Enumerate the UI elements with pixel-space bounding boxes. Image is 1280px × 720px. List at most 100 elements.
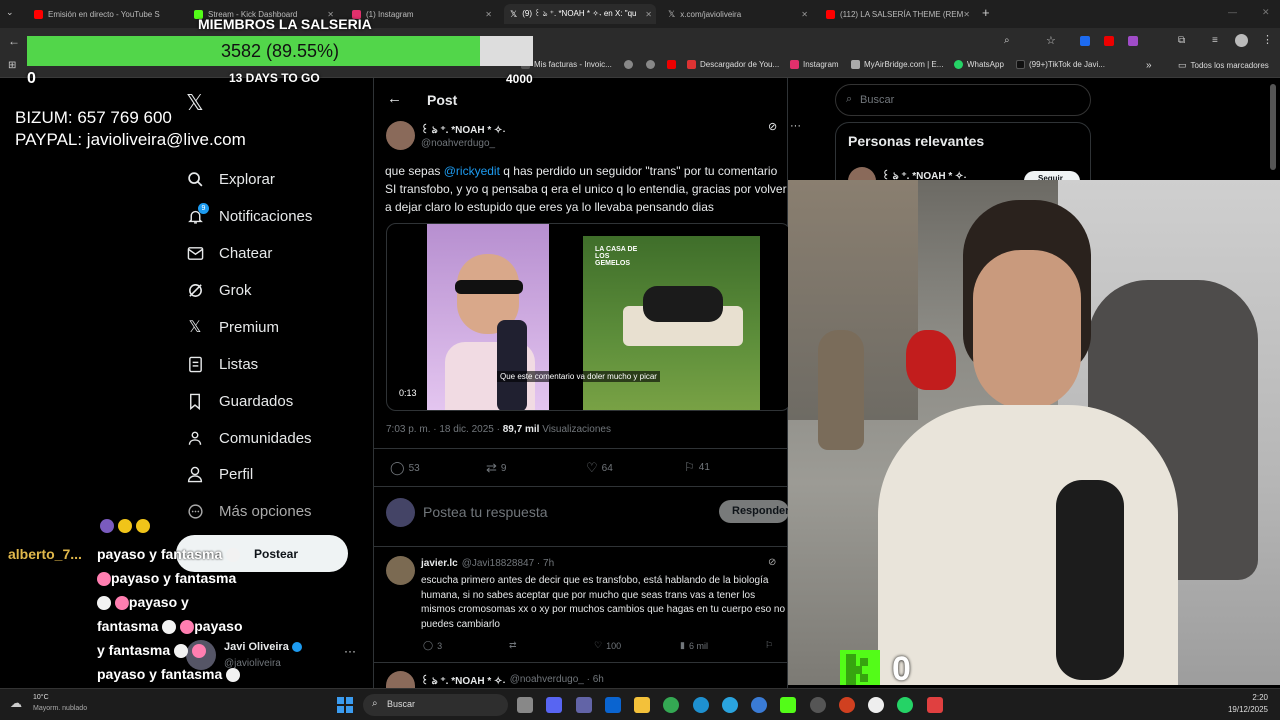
reply-author-handle[interactable]: @Javi18828847 · 7h <box>462 558 554 569</box>
windows-start-icon[interactable] <box>337 697 353 713</box>
bookmark-item[interactable]: Mis facturas - Invoic... <box>521 60 612 69</box>
clock-date[interactable]: 19/12/2025 <box>1210 705 1268 714</box>
nav-explore[interactable]: Explorar <box>186 166 275 192</box>
avatar[interactable] <box>848 167 876 181</box>
back-arrow-icon[interactable]: ← <box>387 90 402 107</box>
browser-tab[interactable]: 𝕏 x.com/javioliveira ✕ <box>662 4 812 24</box>
bookmark-item[interactable]: MyAirBridge.com | E... <box>851 60 943 69</box>
more-dots-icon[interactable]: ··· <box>790 120 801 132</box>
bookmark-label: Instagram <box>803 60 839 69</box>
zoom-icon[interactable]: ⌕ <box>1004 35 1010 46</box>
more-bookmarks-icon[interactable]: » <box>1146 60 1152 71</box>
bookmark-item[interactable]: (99+)TikTok de Javi... <box>1016 60 1105 69</box>
chat-text: payaso y fantasma <box>97 546 223 562</box>
close-icon[interactable]: ✕ <box>963 10 970 19</box>
nav-more-options[interactable]: Más opciones <box>186 498 312 524</box>
views-action[interactable]: ▮ 6 mil <box>680 640 708 651</box>
scrollbar-thumb[interactable] <box>1270 84 1276 170</box>
extension-icon[interactable] <box>1104 36 1114 46</box>
browser-tab-active[interactable]: 𝕏 (9) ꒰ ঌ ⁺. *NOAH * ✧˖ en X: "qu ✕ <box>504 4 656 24</box>
post-timestamp[interactable]: 7:03 p. m. · 18 dic. 2025 · <box>386 424 503 435</box>
telegram-icon[interactable] <box>722 697 738 713</box>
tab-search-chevron-icon[interactable]: ⌄ <box>6 7 14 18</box>
globe-app-icon[interactable] <box>751 697 767 713</box>
bookmark-action[interactable]: ⚐ 41 <box>684 460 710 474</box>
all-bookmarks[interactable]: ▭ Todos los marcadores <box>1178 60 1269 71</box>
menu-lines-icon[interactable]: ≡ <box>1212 35 1218 46</box>
grok-icon[interactable]: ⊘ <box>768 120 777 133</box>
nav-premium[interactable]: 𝕏 Premium <box>186 314 279 340</box>
like-action[interactable]: ♡ 64 <box>586 460 613 476</box>
avatar[interactable] <box>386 671 415 688</box>
reply-button[interactable]: Responder <box>719 500 789 523</box>
microphone-shape <box>497 320 527 410</box>
discord-icon[interactable] <box>546 697 562 713</box>
avatar[interactable] <box>386 121 415 150</box>
like-action[interactable]: ♡ 100 <box>594 640 621 651</box>
kebab-menu-icon[interactable]: ⋮ <box>1262 33 1273 46</box>
nav-chat[interactable]: Chatear <box>186 240 272 266</box>
reply-action[interactable]: ◯ 3 <box>423 640 442 651</box>
app-icon[interactable] <box>839 697 855 713</box>
author-handle[interactable]: @noahverdugo_ <box>421 138 495 149</box>
app-icon[interactable] <box>927 697 943 713</box>
extension-icon[interactable] <box>1080 36 1090 46</box>
bookmark-item[interactable] <box>624 60 633 69</box>
chart-bars-icon: ▮ <box>680 640 685 650</box>
new-tab-button[interactable]: + <box>982 5 990 20</box>
nav-notifications[interactable]: 9 Notificaciones <box>186 203 312 229</box>
file-explorer-icon[interactable] <box>634 697 650 713</box>
close-window-button[interactable]: ✕ <box>1262 7 1270 18</box>
weather-temp[interactable]: 10°C <box>33 694 49 701</box>
nav-bookmarks[interactable]: Guardados <box>186 388 293 414</box>
avatar[interactable] <box>386 556 415 585</box>
clock-time[interactable]: 2:20 <box>1230 693 1268 702</box>
weather-desc[interactable]: Mayorm. nublado <box>33 705 87 712</box>
nav-profile[interactable]: Perfil <box>186 461 253 487</box>
bookmark-item[interactable]: WhatsApp <box>954 60 1004 69</box>
grok-icon[interactable]: ⊘ <box>768 557 776 568</box>
bookmark-item[interactable]: Instagram <box>790 60 839 69</box>
bookmark-action[interactable]: ⚐ <box>765 640 773 651</box>
chrome-icon[interactable] <box>663 697 679 713</box>
avatar[interactable] <box>1235 34 1248 47</box>
search-input[interactable]: ⌕ Buscar <box>835 84 1091 116</box>
whatsapp-icon[interactable] <box>897 697 913 713</box>
extension-icon[interactable] <box>1128 36 1138 46</box>
close-icon[interactable]: ✕ <box>801 10 808 19</box>
mention-link[interactable]: @rickyedit <box>444 164 500 178</box>
nav-communities[interactable]: Comunidades <box>186 425 312 451</box>
obs-icon[interactable] <box>810 697 826 713</box>
browser-tab[interactable]: Emisión en directo - YouTube S <box>28 4 162 24</box>
star-icon[interactable]: ☆ <box>1046 34 1056 47</box>
reply-input[interactable]: Postea tu respuesta <box>423 504 548 520</box>
bookmark-item[interactable] <box>667 60 676 69</box>
nav-grok[interactable]: Grok <box>186 277 252 303</box>
minimize-button[interactable]: — <box>1228 7 1237 17</box>
kick-app-icon[interactable] <box>780 697 796 713</box>
bookmark-item[interactable]: Descargador de You... <box>687 60 779 69</box>
repost-action[interactable]: ⇄ <box>509 640 517 651</box>
bookmark-item[interactable] <box>646 60 655 69</box>
app-icon[interactable] <box>868 697 884 713</box>
teams-icon[interactable] <box>576 697 592 713</box>
chat-text: y fantasma <box>97 642 171 658</box>
reply-action[interactable]: ◯ 53 <box>390 460 420 476</box>
close-icon[interactable]: ✕ <box>485 10 492 19</box>
repost-action[interactable]: ⇄ 9 <box>486 460 506 476</box>
extensions-puzzle-icon[interactable]: ⧉ <box>1178 35 1185 46</box>
close-icon[interactable]: ✕ <box>645 10 652 19</box>
apps-grid-icon[interactable]: ⊞ <box>8 60 16 71</box>
browser-tab[interactable]: (112) LA SALSERÍA THEME (REM ✕ <box>820 4 974 24</box>
edge-icon[interactable] <box>693 697 709 713</box>
back-arrow-icon[interactable]: ← <box>8 34 20 48</box>
taskbar-search-input[interactable]: ⌕ Buscar <box>363 694 508 716</box>
weather-icon[interactable]: ☁ <box>10 696 22 710</box>
reply-author-name[interactable]: javier.lc <box>421 558 458 569</box>
task-view-icon[interactable] <box>517 697 533 713</box>
x-logo-icon[interactable]: 𝕏 <box>186 90 204 116</box>
nav-lists[interactable]: Listas <box>186 351 258 377</box>
video-player[interactable]: LA CASA DE LOS GEMELOS Que este comentar… <box>386 223 791 411</box>
mail-app-icon[interactable] <box>605 697 621 713</box>
search-icon: ⌕ <box>846 93 853 105</box>
